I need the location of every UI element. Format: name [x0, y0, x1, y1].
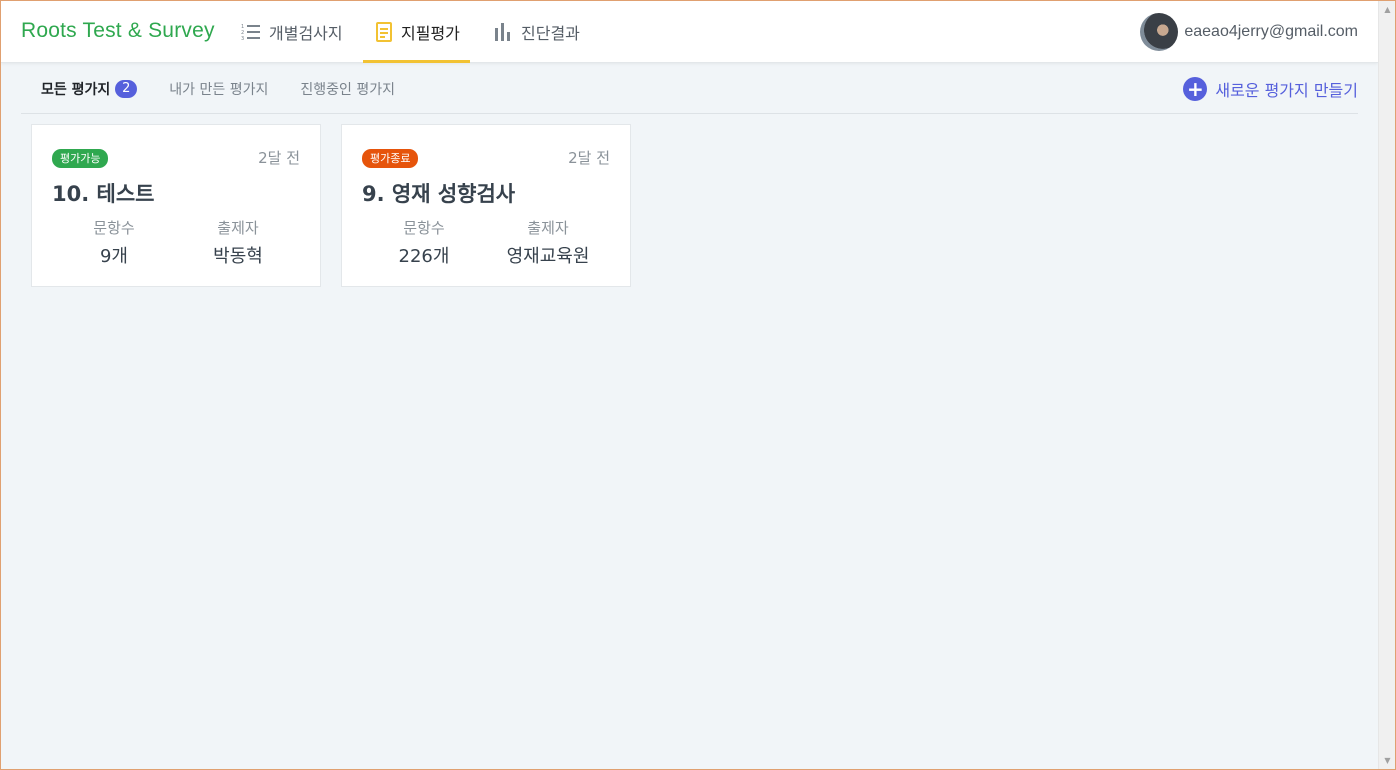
- tab-label: 진행중인 평가지: [300, 81, 395, 98]
- list-numbered-icon: 1 2 3: [241, 23, 261, 41]
- scroll-down-arrow-icon[interactable]: ▼: [1379, 752, 1396, 769]
- plus-circle-icon: +: [1183, 76, 1208, 101]
- card-title: 10. 테스트: [52, 182, 155, 206]
- stat-value: 226개: [398, 246, 450, 267]
- bar-chart-icon: [493, 22, 513, 42]
- user-email: eaeao4jerry@gmail.com: [1184, 23, 1358, 40]
- document-icon: [375, 22, 393, 42]
- stat-value: 9개: [99, 246, 128, 267]
- card-stats: 문항수 226개 출제자 영재교육원: [362, 217, 610, 268]
- create-test-label: 새로운 평가지 만들기: [1215, 80, 1358, 100]
- sub-navigation: 모든 평가지 2 내가 만든 평가지 진행중인 평가지 + 새로운 평가지 만들…: [21, 64, 1358, 114]
- count-badge: 2: [115, 79, 138, 98]
- nav-item-individual-tests[interactable]: 1 2 3 개별검사지: [241, 1, 343, 63]
- top-navbar: Roots Test & Survey 1 2 3 개별검사지 지필평가 진단결…: [1, 1, 1378, 63]
- stat-question-count: 문항수 9개: [52, 217, 176, 268]
- stat-label: 출제자: [527, 219, 569, 237]
- scroll-up-arrow-icon[interactable]: ▲: [1379, 1, 1396, 18]
- stat-label: 문항수: [403, 219, 445, 237]
- stat-question-count: 문항수 226개: [362, 217, 486, 268]
- create-test-button[interactable]: + 새로운 평가지 만들기: [1183, 76, 1358, 101]
- test-card[interactable]: 평가가능 2달 전 10. 테스트 문항수 9개 출제자 박동혁: [31, 124, 321, 287]
- card-stats: 문항수 9개 출제자 박동혁: [52, 217, 300, 268]
- nav-item-label: 진단결과: [521, 24, 580, 43]
- svg-text:3: 3: [241, 36, 244, 41]
- tab-label: 내가 만든 평가지: [169, 81, 269, 98]
- tab-in-progress-tests[interactable]: 진행중인 평가지: [280, 79, 407, 99]
- user-menu[interactable]: eaeao4jerry@gmail.com: [1140, 12, 1358, 52]
- nav-item-label: 지필평가: [401, 24, 460, 43]
- vertical-scrollbar[interactable]: ▲ ▼: [1378, 1, 1395, 769]
- nav-item-label: 개별검사지: [269, 24, 343, 43]
- stat-value: 박동혁: [213, 246, 263, 267]
- avatar[interactable]: [1140, 13, 1179, 51]
- window-frame: [0, 0, 1396, 770]
- brand-logo[interactable]: Roots Test & Survey: [21, 19, 215, 43]
- stat-author: 출제자 영재교육원: [486, 217, 610, 268]
- stat-author: 출제자 박동혁: [176, 217, 300, 268]
- tab-label: 모든 평가지: [41, 81, 111, 98]
- stat-value: 영재교육원: [506, 246, 590, 267]
- stat-label: 문항수: [93, 219, 135, 237]
- card-title: 9. 영재 성향검사: [362, 182, 516, 206]
- nav-item-diagnosis-results[interactable]: 진단결과: [493, 1, 580, 63]
- tab-my-tests[interactable]: 내가 만든 평가지: [149, 79, 280, 99]
- nav-item-paper-tests[interactable]: 지필평가: [363, 1, 470, 63]
- time-ago: 2달 전: [258, 149, 300, 167]
- status-badge: 평가종료: [362, 149, 419, 168]
- tab-all-tests[interactable]: 모든 평가지 2: [21, 79, 149, 99]
- stat-label: 출제자: [217, 219, 259, 237]
- test-card[interactable]: 평가종료 2달 전 9. 영재 성향검사 문항수 226개 출제자 영재교육원: [341, 124, 631, 287]
- time-ago: 2달 전: [568, 149, 610, 167]
- status-badge: 평가가능: [52, 149, 109, 168]
